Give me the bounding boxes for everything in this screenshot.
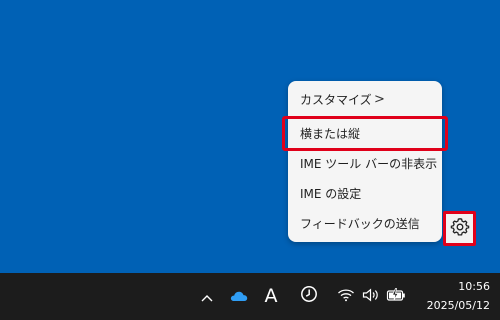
menu-item-label: IME ツール バーの非表示	[300, 157, 438, 171]
volume-icon	[362, 287, 380, 306]
clock-timer-button[interactable]	[299, 283, 319, 309]
menu-item-ime-settings[interactable]: IME の設定	[288, 179, 442, 209]
show-hidden-icons-button[interactable]	[199, 283, 215, 309]
menu-item-customize[interactable]: カスタマイズ >	[288, 85, 442, 115]
highlight-frame	[282, 116, 448, 151]
menu-item-label: IME の設定	[300, 187, 362, 201]
wifi-icon	[337, 287, 355, 306]
menu-item-label: カスタマイズ	[300, 93, 372, 107]
clock-time: 10:56	[458, 280, 490, 293]
menu-item-label: フィードバックの送信	[300, 217, 420, 231]
menu-item-hide-ime-toolbar[interactable]: IME ツール バーの非表示	[288, 149, 442, 179]
ime-settings-gear-button[interactable]	[443, 211, 476, 246]
clock-date: 2025/05/12	[426, 299, 490, 312]
onedrive-cloud-icon	[230, 287, 248, 306]
chevron-right-icon: >	[374, 92, 385, 107]
taskbar-clock[interactable]: 10:56 2025/05/12	[410, 277, 490, 315]
battery-icon	[386, 287, 406, 306]
ime-mode-icon: A	[264, 285, 278, 307]
ime-mode-button[interactable]: A	[262, 283, 280, 309]
onedrive-button[interactable]	[229, 283, 249, 309]
battery-button[interactable]	[385, 283, 407, 309]
ime-context-menu: カスタマイズ > 横または縦 IME ツール バーの非表示 IME の設定 フィ…	[288, 81, 442, 242]
volume-button[interactable]	[361, 283, 381, 309]
gear-icon	[450, 217, 470, 241]
chevron-up-icon	[201, 287, 213, 306]
network-button[interactable]	[336, 283, 356, 309]
clock-timer-icon	[300, 285, 318, 307]
menu-item-send-feedback[interactable]: フィードバックの送信	[288, 209, 442, 239]
taskbar: A 10:56 2025/05/12	[0, 273, 500, 320]
